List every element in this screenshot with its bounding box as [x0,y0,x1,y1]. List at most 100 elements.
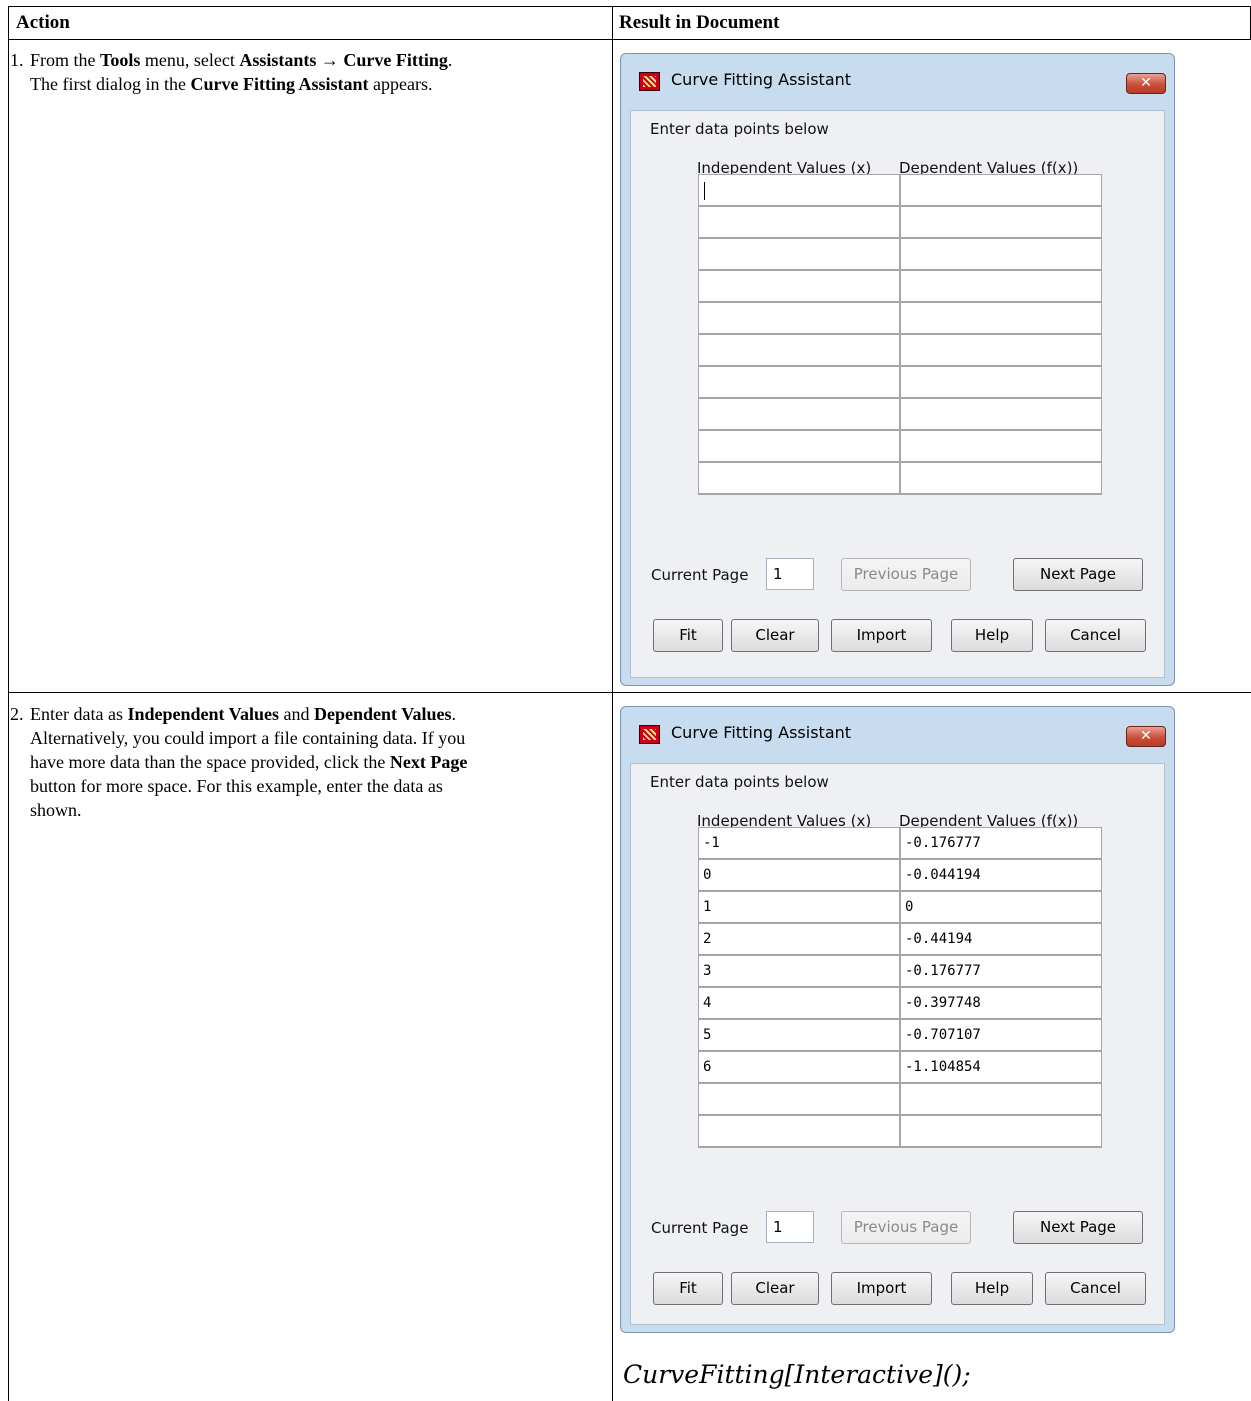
dependent-value-cell[interactable] [901,463,1101,493]
table-header-divider [8,39,1251,40]
header-result: Result in Document [619,12,780,33]
cancel-button[interactable]: Cancel [1045,1272,1146,1305]
current-page-field[interactable]: 1 [766,558,814,590]
dependent-value-cell[interactable] [901,335,1101,365]
independent-value-cell[interactable] [699,1084,899,1114]
step-text-run: From the [30,50,100,70]
step-line: 2. Enter data as Independent Values and D… [10,702,606,726]
step-bold-term: Dependent Values [314,704,452,724]
independent-value-cell[interactable]: 5 [699,1020,899,1050]
fit-button[interactable]: Fit [653,1272,723,1305]
maple-leaf-icon [639,72,660,91]
dependent-value-cell[interactable] [901,367,1101,397]
dependent-value-cell[interactable]: -0.176777 [901,828,1101,858]
dialog-title-bar: Curve Fitting Assistant ✕ [621,54,1174,110]
independent-value-cell[interactable]: 1 [699,892,899,922]
step-2-text: 2. Enter data as Independent Values and D… [10,702,606,822]
current-page-label: Current Page [651,566,749,584]
current-page-field[interactable]: 1 [766,1211,814,1243]
dependent-value-cell[interactable] [901,207,1101,237]
next-page-button[interactable]: Next Page [1013,558,1143,591]
dialog-title: Curve Fitting Assistant [671,70,852,89]
step-bold-term: Assistants → Curve Fitting [239,50,448,70]
dependent-value-cell[interactable] [901,175,1101,205]
step-text-run: menu, select [140,50,240,70]
table-column-divider [612,6,613,1401]
step-1-text: 1. From the Tools menu, select Assistants… [10,48,606,96]
maple-command: CurveFitting[Interactive](); [623,1360,971,1389]
next-page-button[interactable]: Next Page [1013,1211,1143,1244]
independent-value-cell[interactable] [699,175,899,205]
step-line: 1. From the Tools menu, select Assistants… [10,48,606,72]
dependent-value-cell[interactable] [901,1116,1101,1146]
independent-value-cell[interactable]: 3 [699,956,899,986]
dependent-value-cell[interactable]: -1.104854 [901,1052,1101,1082]
data-points-table [698,174,1102,495]
independent-value-cell[interactable] [699,335,899,365]
dependent-value-cell[interactable]: -0.44194 [901,924,1101,954]
independent-value-cell[interactable] [699,271,899,301]
independent-value-cell[interactable] [699,207,899,237]
dependent-value-cell[interactable] [901,1084,1101,1114]
header-action: Action [16,12,70,33]
dialog-body: Enter data points below Independent Value… [630,763,1165,1325]
independent-value-cell[interactable] [699,463,899,493]
help-button[interactable]: Help [951,1272,1033,1305]
independent-value-cell[interactable] [699,431,899,461]
fit-button[interactable]: Fit [653,619,723,652]
dependent-value-cell[interactable] [901,399,1101,429]
clear-button[interactable]: Clear [731,619,819,652]
independent-value-cell[interactable]: 6 [699,1052,899,1082]
dependent-value-cell[interactable]: -0.707107 [901,1020,1101,1050]
independent-value-cell[interactable]: 0 [699,860,899,890]
independent-value-cell[interactable]: -1 [699,828,899,858]
independent-value-cell[interactable] [699,367,899,397]
independent-value-cell[interactable]: 2 [699,924,899,954]
step-text-run: . [451,704,457,724]
step-bold-term: Tools [100,50,141,70]
step-line: button for more space. For this example,… [10,774,606,798]
close-button[interactable]: ✕ [1126,73,1166,94]
table-row-divider [8,692,1251,693]
maple-leaf-icon [639,725,660,744]
independent-value-cell[interactable] [699,239,899,269]
step-line: have more data than the space provided, … [10,750,606,774]
independent-value-cell[interactable] [699,303,899,333]
curve-fitting-dialog-2: Curve Fitting Assistant ✕ Enter data point… [620,706,1175,1333]
step-bold-term: Next Page [389,752,468,772]
data-points-table: -1 -0.176777 0 -0.044194 1 0 2 -0.44194 3 -0.1767… [698,827,1102,1148]
step-text-run: have more data than the space provided, … [30,752,390,772]
cancel-button[interactable]: Cancel [1045,619,1146,652]
previous-page-button[interactable]: Previous Page [841,558,971,591]
step-text-run: and [279,704,315,724]
step-number: 2. [10,704,24,724]
dependent-value-cell[interactable] [901,303,1101,333]
import-button[interactable]: Import [831,619,932,652]
curve-fitting-dialog-1: Curve Fitting Assistant ✕ Enter data point… [620,53,1175,686]
prompt-label: Enter data points below [650,773,829,791]
dependent-value-cell[interactable]: 0 [901,892,1101,922]
step-text-run: . [447,50,453,70]
step-text-run: The first dialog in the [30,74,191,94]
dialog-body: Enter data points below Independent Value… [630,110,1165,678]
dependent-value-cell[interactable] [901,271,1101,301]
step-line: The first dialog in the Curve Fitting As… [10,72,606,96]
dependent-value-cell[interactable]: -0.044194 [901,860,1101,890]
dependent-value-cell[interactable]: -0.397748 [901,988,1101,1018]
independent-value-cell[interactable] [699,1116,899,1146]
step-bold-term: Independent Values [127,704,280,724]
step-bold-term: Curve Fitting Assistant [190,74,369,94]
help-button[interactable]: Help [951,619,1033,652]
clear-button[interactable]: Clear [731,1272,819,1305]
table-top-border [8,6,1251,7]
independent-value-cell[interactable] [699,399,899,429]
step-text-run: Alternatively, you could import a file c… [30,728,466,748]
dependent-value-cell[interactable]: -0.176777 [901,956,1101,986]
close-button[interactable]: ✕ [1126,726,1166,747]
current-page-label: Current Page [651,1219,749,1237]
previous-page-button[interactable]: Previous Page [841,1211,971,1244]
import-button[interactable]: Import [831,1272,932,1305]
independent-value-cell[interactable]: 4 [699,988,899,1018]
dependent-value-cell[interactable] [901,431,1101,461]
dependent-value-cell[interactable] [901,239,1101,269]
